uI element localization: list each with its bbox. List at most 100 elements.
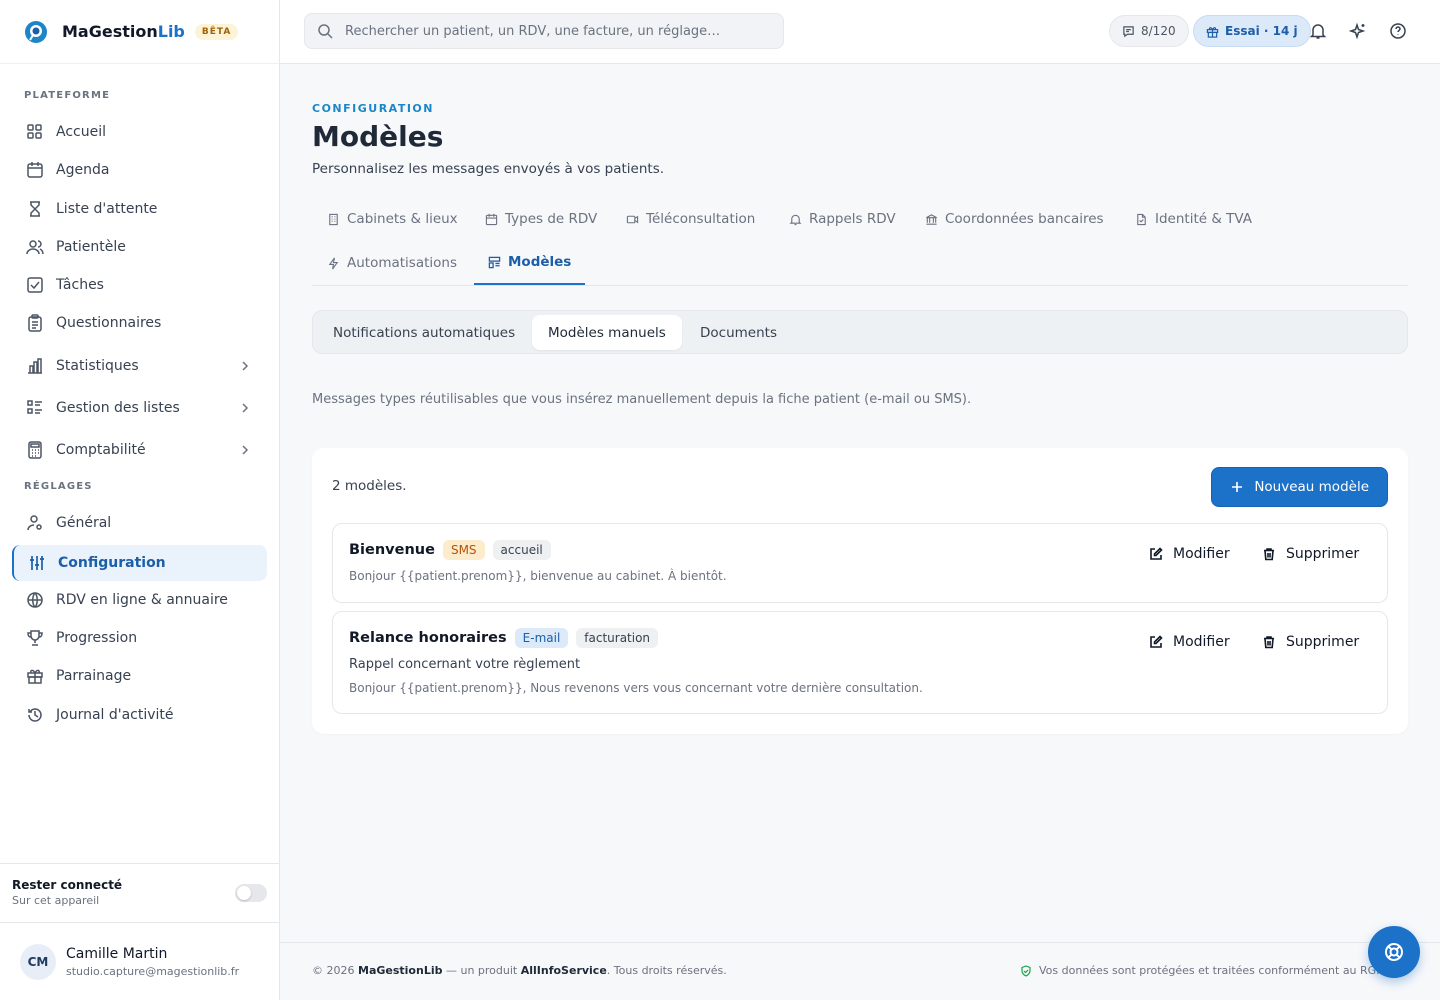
tab-teleconsultation[interactable]: Téléconsultation bbox=[626, 197, 755, 241]
sidebar-item-label: Comptabilité bbox=[56, 442, 146, 458]
segmented-control: Notifications automatiques Modèles manue… bbox=[312, 310, 1408, 354]
page-eyebrow: CONFIGURATION bbox=[312, 102, 434, 115]
history-icon bbox=[28, 708, 42, 722]
sidebar-item-label: Patientèle bbox=[56, 239, 126, 255]
sidebar-item-label: Journal d'activité bbox=[56, 707, 174, 723]
sidebar-item-patientele[interactable]: Patientèle bbox=[12, 229, 267, 265]
segment-modeles-manuels[interactable]: Modèles manuels bbox=[532, 315, 682, 350]
sparkles-icon[interactable] bbox=[1349, 22, 1367, 40]
sms-quota-pill[interactable]: 8/120 bbox=[1109, 15, 1189, 47]
chevron-right-icon bbox=[242, 403, 249, 413]
calendar-icon bbox=[485, 213, 498, 225]
support-button[interactable] bbox=[1368, 926, 1420, 978]
edit-icon bbox=[1150, 547, 1163, 560]
tab-cabinets[interactable]: Cabinets & lieux bbox=[327, 197, 458, 241]
trial-pill[interactable]: Essai · 14 j bbox=[1193, 15, 1311, 47]
delete-button[interactable]: Supprimer bbox=[1262, 634, 1359, 650]
tab-label: Identité & TVA bbox=[1155, 211, 1253, 227]
channel-badge: SMS bbox=[442, 540, 485, 560]
calculator-icon bbox=[28, 441, 42, 459]
template-header: Bienvenue SMS accueil bbox=[349, 540, 559, 560]
stay-connected-subtitle: Sur cet appareil bbox=[12, 894, 100, 907]
video-icon bbox=[626, 215, 639, 223]
brand[interactable]: MaGestionLib BÊTA bbox=[0, 0, 279, 64]
sidebar-item-configuration[interactable]: Configuration bbox=[12, 545, 267, 581]
list-icon bbox=[27, 400, 42, 414]
sidebar-item-gestion-listes[interactable]: Gestion des listes bbox=[12, 390, 267, 426]
brand-name: MaGestionLib bbox=[62, 22, 185, 41]
trophy-icon bbox=[27, 630, 43, 646]
edit-button[interactable]: Modifier bbox=[1149, 546, 1230, 562]
delete-label: Supprimer bbox=[1286, 634, 1360, 650]
privacy-notice: Vos données sont protégées et traitées c… bbox=[1020, 964, 1380, 977]
page-subtitle: Personnalisez les messages envoyés à vos… bbox=[312, 161, 665, 177]
tab-modeles[interactable]: Modèles bbox=[474, 241, 586, 285]
bank-icon bbox=[926, 213, 937, 225]
sidebar-item-label: Statistiques bbox=[56, 358, 139, 374]
delete-button[interactable]: Supprimer bbox=[1262, 546, 1359, 562]
sidebar-item-label: Général bbox=[56, 515, 112, 531]
templates-card: 2 modèles. Nouveau modèle Bienvenue SMS … bbox=[312, 448, 1408, 734]
bell-icon[interactable] bbox=[1309, 22, 1327, 40]
channel-badge: E-mail bbox=[514, 628, 569, 648]
hourglass-icon bbox=[30, 201, 40, 217]
sidebar-item-progression[interactable]: Progression bbox=[12, 620, 267, 656]
new-template-button[interactable]: Nouveau modèle bbox=[1211, 467, 1388, 507]
lightning-icon bbox=[328, 257, 339, 269]
sidebar-item-general[interactable]: Général bbox=[12, 505, 267, 541]
lifebuoy-icon bbox=[1385, 943, 1403, 961]
sidebar-item-questionnaires[interactable]: Questionnaires bbox=[12, 305, 267, 341]
edit-button[interactable]: Modifier bbox=[1149, 634, 1230, 650]
gift-icon bbox=[27, 669, 43, 684]
sidebar-item-label: Parrainage bbox=[56, 668, 132, 684]
avatar: CM bbox=[20, 944, 56, 980]
tab-identite-tva[interactable]: Identité & TVA bbox=[1135, 197, 1252, 241]
template-row[interactable]: Relance honoraires E-mail facturation Ra… bbox=[332, 611, 1388, 714]
sidebar-item-comptabilite[interactable]: Comptabilité bbox=[12, 432, 267, 468]
tab-coordonnees-bancaires[interactable]: Coordonnées bancaires bbox=[925, 197, 1104, 241]
sidebar-item-parrainage[interactable]: Parrainage bbox=[12, 658, 267, 694]
delete-label: Supprimer bbox=[1286, 546, 1360, 562]
template-header: Relance honoraires E-mail facturation bbox=[349, 628, 666, 648]
sidebar-item-label: Liste d'attente bbox=[56, 201, 158, 217]
dashboard-icon bbox=[27, 124, 42, 139]
tab-label: Automatisations bbox=[347, 255, 458, 271]
stay-connected-title: Rester connecté bbox=[12, 878, 123, 892]
calendar-icon bbox=[27, 162, 43, 178]
sidebar-item-journal[interactable]: Journal d'activité bbox=[12, 697, 267, 733]
help-icon[interactable] bbox=[1389, 22, 1407, 40]
chevron-right-icon bbox=[242, 361, 249, 371]
page-title: Modèles bbox=[312, 120, 444, 153]
bar-chart-icon bbox=[28, 358, 42, 374]
chevron-right-icon bbox=[242, 445, 249, 455]
template-icon bbox=[488, 256, 501, 268]
sidebar-item-label: Gestion des listes bbox=[56, 400, 180, 416]
tab-types-rdv[interactable]: Types de RDV bbox=[485, 197, 597, 241]
sidebar-item-agenda[interactable]: Agenda bbox=[12, 152, 267, 188]
sidebar-item-accueil[interactable]: Accueil bbox=[12, 114, 267, 150]
user-profile[interactable]: CM Camille Martin studio.capture@magesti… bbox=[0, 924, 279, 1000]
sms-quota-value: 8/120 bbox=[1141, 24, 1176, 38]
tab-rappels-rdv[interactable]: Rappels RDV bbox=[789, 197, 896, 241]
sidebar-item-statistiques[interactable]: Statistiques bbox=[12, 348, 267, 384]
plus-icon bbox=[1232, 482, 1243, 492]
stay-connected-toggle[interactable] bbox=[235, 884, 267, 902]
sidebar-item-taches[interactable]: Tâches bbox=[12, 267, 267, 303]
sidebar-item-label: Progression bbox=[56, 630, 138, 646]
message-icon bbox=[1123, 25, 1134, 37]
search-bar[interactable] bbox=[304, 13, 784, 49]
sidebar-item-liste-attente[interactable]: Liste d'attente bbox=[12, 191, 267, 227]
segment-documents[interactable]: Documents bbox=[684, 315, 793, 350]
template-row[interactable]: Bienvenue SMS accueil Bonjour {{patient.… bbox=[332, 523, 1388, 603]
template-preview: Bonjour {{patient.prenom}}, bienvenue au… bbox=[349, 569, 727, 583]
topbar: 8/120 Essai · 14 j bbox=[280, 0, 1440, 64]
section-label-platform: PLATEFORME bbox=[24, 90, 111, 101]
sidebar-item-label: Tâches bbox=[56, 277, 104, 293]
sidebar-item-rdv-en-ligne[interactable]: RDV en ligne & annuaire bbox=[12, 582, 267, 618]
tab-automatisations[interactable]: Automatisations bbox=[327, 241, 457, 285]
search-input[interactable] bbox=[345, 23, 775, 39]
sidebar-item-label: Configuration bbox=[58, 555, 166, 571]
footer: © 2026 MaGestionLib — un produit AllInfo… bbox=[280, 942, 1440, 1000]
user-email: studio.capture@magestionlib.fr bbox=[66, 965, 240, 978]
segment-notifications-automatiques[interactable]: Notifications automatiques bbox=[317, 315, 531, 350]
